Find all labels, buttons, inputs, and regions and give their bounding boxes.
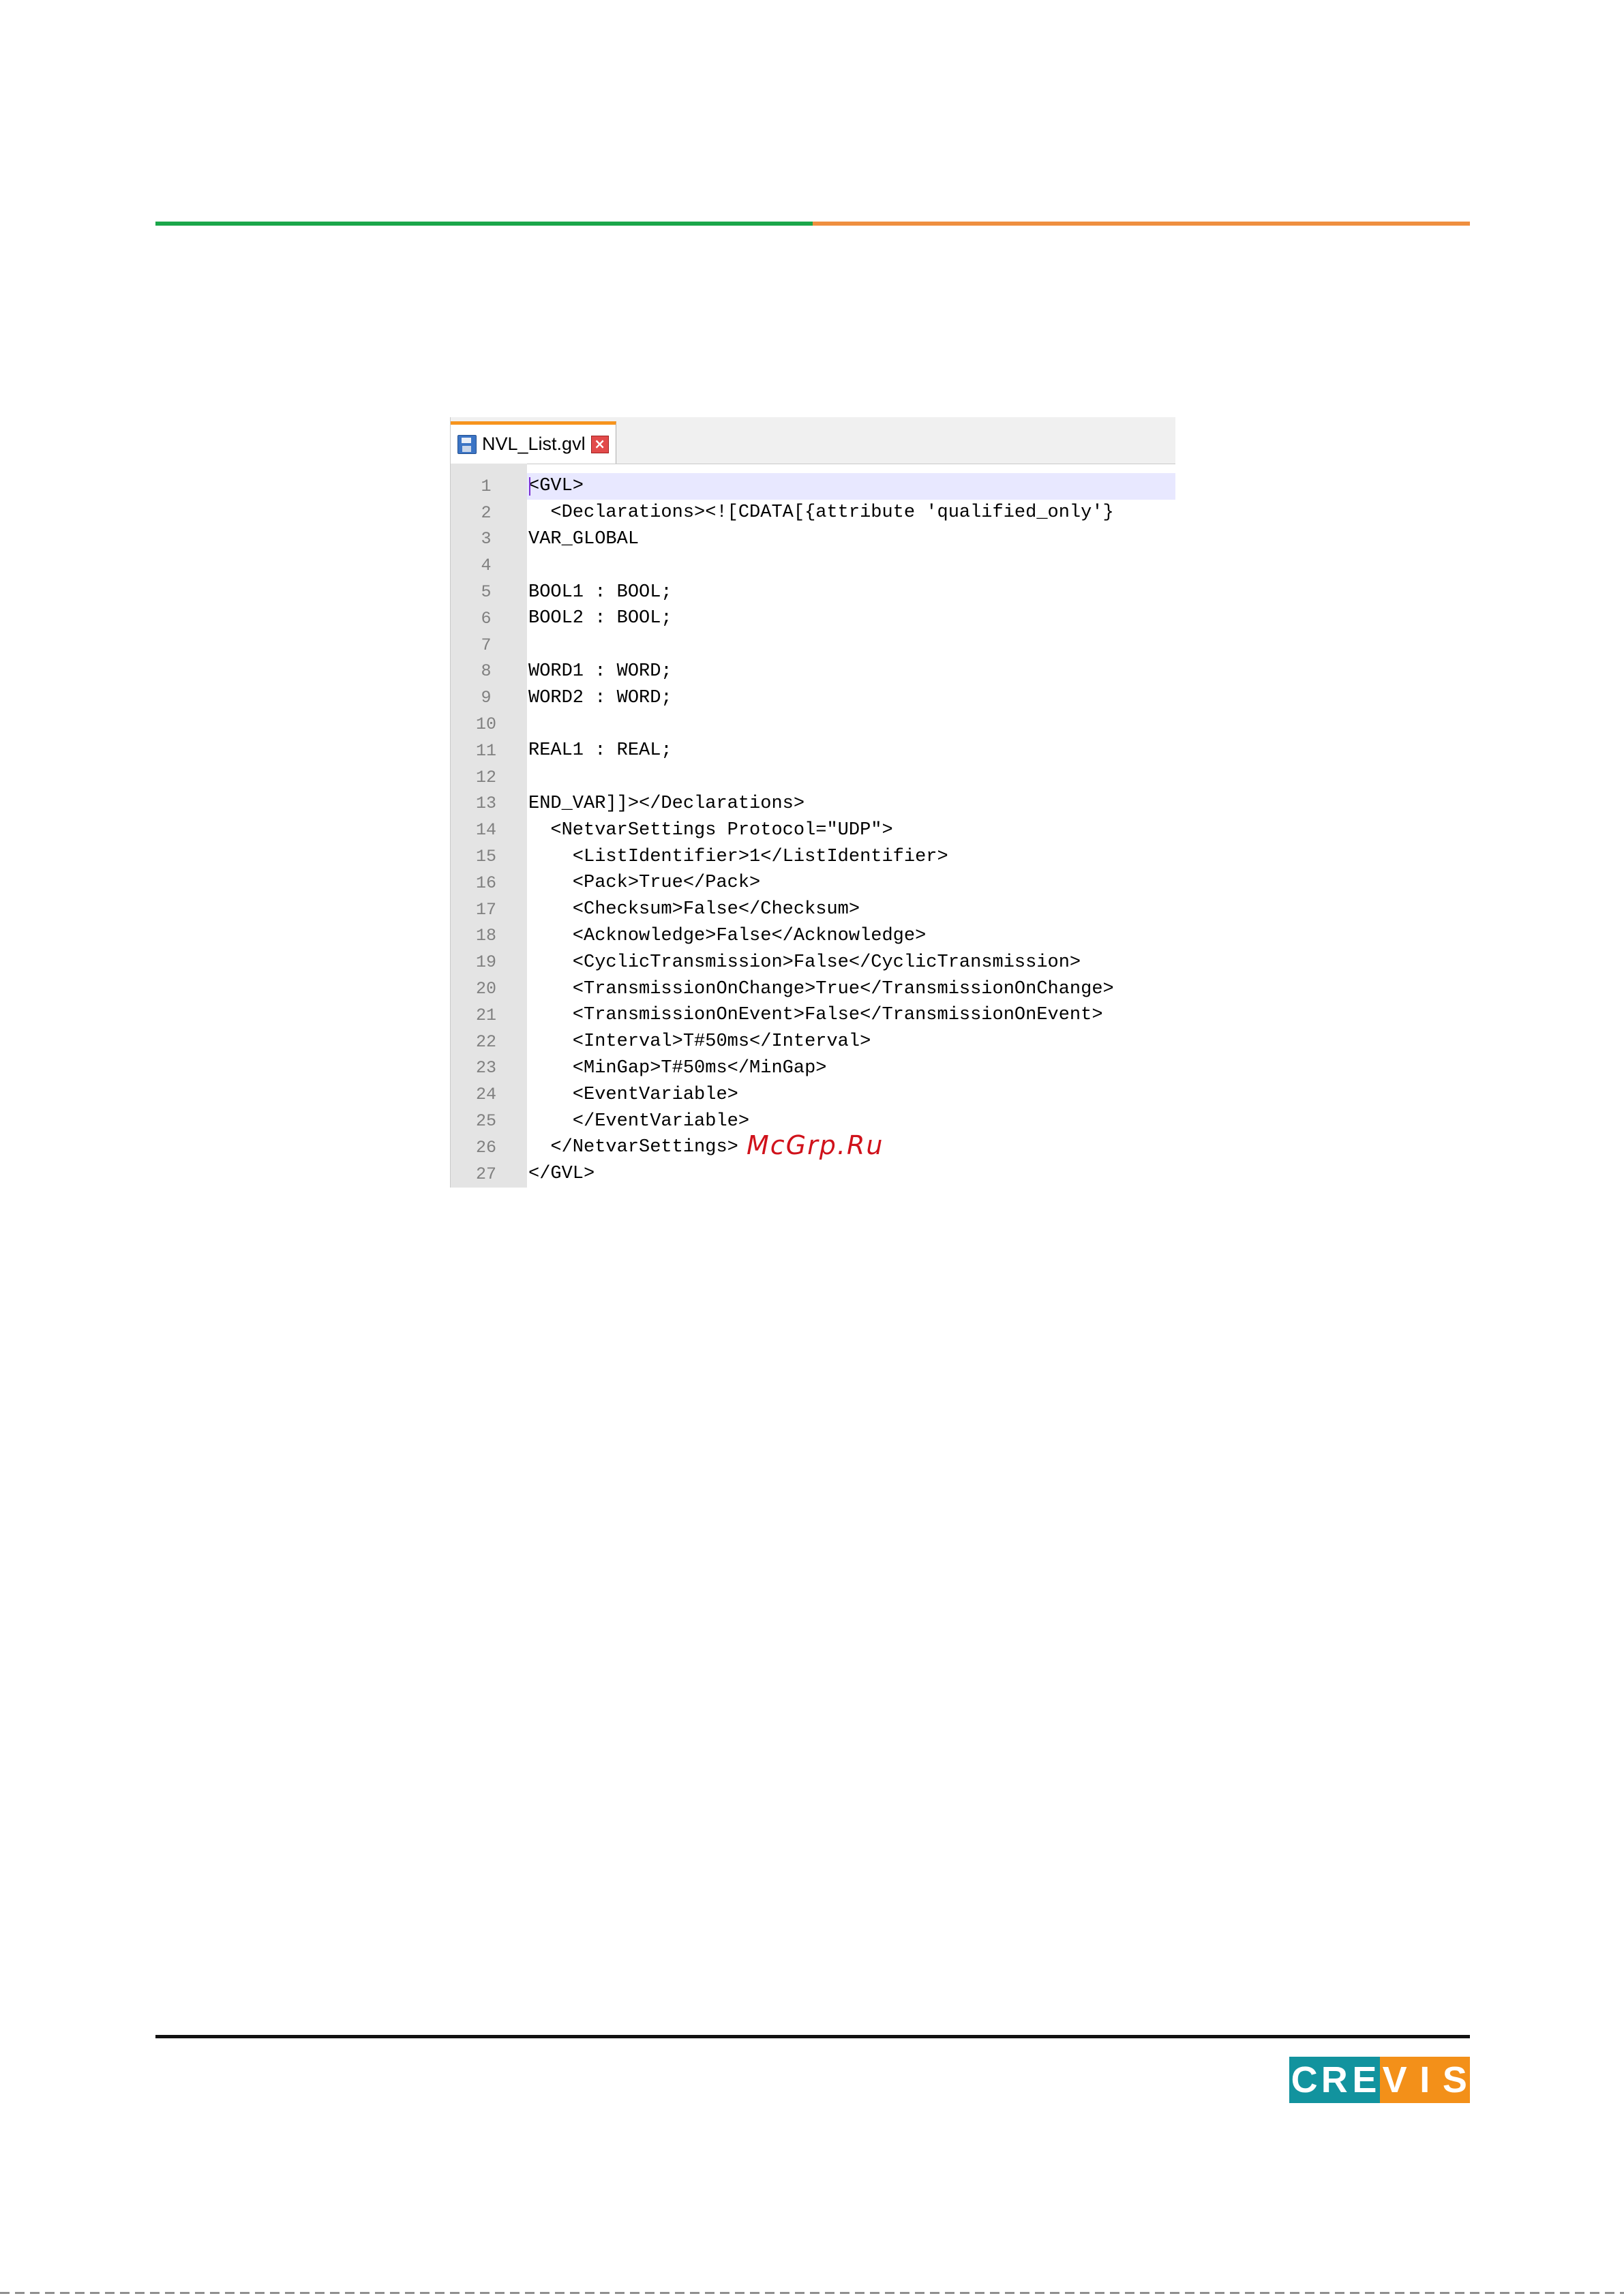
code-text: REAL1 : REAL; — [528, 740, 672, 761]
line-number: 2 — [451, 499, 527, 526]
code-line[interactable]: 3 VAR_GLOBAL — [451, 526, 1175, 553]
header-rule — [155, 222, 1470, 226]
code-text: <MinGap>T#50ms</MinGap> — [528, 1057, 827, 1078]
line-number: 1 — [451, 473, 527, 500]
line-number: 19 — [451, 949, 527, 976]
code-line[interactable]: 13 END_VAR]]></Declarations> — [451, 790, 1175, 817]
code-line[interactable]: 18 <Acknowledge>False</Acknowledge> — [451, 922, 1175, 950]
line-number: 25 — [451, 1108, 527, 1134]
code-text: <Checksum>False</Checksum> — [528, 899, 860, 920]
code-line[interactable]: 24 <EventVariable> — [451, 1081, 1175, 1108]
code-text: <NetvarSettings Protocol="UDP"> — [528, 819, 893, 841]
code-line[interactable]: 7 — [451, 631, 1175, 659]
close-icon[interactable]: × — [590, 435, 609, 453]
line-number: 5 — [451, 579, 527, 605]
code-text: BOOL2 : BOOL; — [528, 608, 672, 629]
logo-letter: I — [1409, 2057, 1440, 2103]
code-line[interactable]: 16 <Pack>True</Pack> — [451, 869, 1175, 896]
logo-letter: E — [1349, 2057, 1380, 2103]
crevis-logo: CREVIS — [1289, 2057, 1471, 2103]
code-line[interactable]: 9 WORD2 : WORD; — [451, 684, 1175, 712]
logo-letter: C — [1289, 2057, 1320, 2103]
code-line[interactable]: 20 <TransmissionOnChange>True</Transmiss… — [451, 976, 1175, 1002]
line-number: 9 — [451, 684, 527, 712]
code-line[interactable]: 6 BOOL2 : BOOL; — [451, 605, 1175, 632]
line-number: 17 — [451, 896, 527, 923]
line-number: 12 — [451, 764, 527, 791]
code-text: BOOL1 : BOOL; — [528, 581, 672, 603]
code-text: <TransmissionOnEvent>False</Transmission… — [528, 1005, 1103, 1026]
line-number: 15 — [451, 843, 527, 870]
file-tab[interactable]: NVL_List.gvl × — [451, 421, 616, 464]
line-number: 22 — [451, 1028, 527, 1055]
code-text: <Acknowledge>False</Acknowledge> — [528, 925, 927, 946]
code-text: END_VAR]]></Declarations> — [528, 793, 805, 814]
code-editor-screenshot: NVL_List.gvl × 1 <GVL> 2 <Declarations><![… — [450, 417, 1175, 1188]
code-line[interactable]: 22 <Interval>T#50ms</Interval> — [451, 1028, 1175, 1055]
code-line[interactable]: 4 — [451, 552, 1175, 579]
header-rule-orange — [813, 222, 1470, 226]
line-number: 27 — [451, 1160, 527, 1188]
code-line[interactable]: 21 <TransmissionOnEvent>False</Transmiss… — [451, 1001, 1175, 1029]
logo-letter: R — [1319, 2057, 1350, 2103]
line-number: 16 — [451, 869, 527, 896]
line-number: 14 — [451, 817, 527, 844]
code-line[interactable]: 23 <MinGap>T#50ms</MinGap> — [451, 1055, 1175, 1082]
code-text: <Interval>T#50ms</Interval> — [528, 1031, 871, 1053]
code-text: WORD1 : WORD; — [528, 661, 672, 682]
line-number: 7 — [451, 631, 527, 659]
tab-bar: NVL_List.gvl × — [451, 417, 1175, 464]
line-number: 20 — [451, 976, 527, 1002]
line-number: 23 — [451, 1055, 527, 1082]
line-number: 21 — [451, 1001, 527, 1029]
code-text: <Pack>True</Pack> — [528, 873, 761, 894]
line-number: 26 — [451, 1134, 527, 1161]
line-number: 24 — [451, 1081, 527, 1108]
line-number: 11 — [451, 737, 527, 764]
code-line[interactable]: 17 <Checksum>False</Checksum> — [451, 896, 1175, 923]
code-line[interactable]: 14 <NetvarSettings Protocol="UDP"> — [451, 817, 1175, 844]
code-text: </GVL> — [528, 1164, 595, 1185]
footer-rule — [155, 2035, 1470, 2038]
logo-letter: V — [1379, 2057, 1410, 2103]
logo-letter: S — [1439, 2057, 1471, 2103]
code-text: <Declarations><![CDATA[{attribute 'quali… — [528, 502, 1114, 524]
tab-label: NVL_List.gvl — [482, 434, 586, 454]
code-line[interactable]: 15 <ListIdentifier>1</ListIdentifier> — [451, 843, 1175, 870]
save-icon — [457, 434, 477, 454]
line-number: 8 — [451, 658, 527, 685]
watermark: McGrp.Ru — [747, 1130, 884, 1160]
code-line[interactable]: 1 <GVL> — [451, 473, 1175, 500]
code-text: </NetvarSettings> — [528, 1137, 738, 1158]
line-number: 4 — [451, 552, 527, 579]
line-number: 10 — [451, 711, 527, 738]
line-number: 13 — [451, 790, 527, 817]
code-text: <ListIdentifier>1</ListIdentifier> — [528, 846, 948, 867]
line-number: 18 — [451, 922, 527, 950]
code-area[interactable]: 1 <GVL> 2 <Declarations><![CDATA[{attribut… — [451, 464, 1175, 1188]
page-bottom-edge — [0, 2292, 1624, 2294]
code-text: <TransmissionOnChange>True</Transmission… — [528, 978, 1114, 999]
code-text: VAR_GLOBAL — [528, 528, 640, 549]
code-line[interactable]: 19 <CyclicTransmission>False</CyclicTran… — [451, 949, 1175, 976]
code-text: WORD2 : WORD; — [528, 687, 672, 708]
code-text: <GVL> — [528, 476, 584, 497]
code-line[interactable]: 5 BOOL1 : BOOL; — [451, 579, 1175, 605]
code-line[interactable]: 11 REAL1 : REAL; — [451, 737, 1175, 764]
header-rule-green — [155, 222, 813, 226]
line-number: 3 — [451, 526, 527, 553]
code-text: </EventVariable> — [528, 1111, 750, 1132]
code-text: <CyclicTransmission>False</CyclicTransmi… — [528, 952, 1081, 973]
line-number: 6 — [451, 605, 527, 632]
text-caret — [529, 477, 530, 496]
code-line[interactable]: 10 — [451, 711, 1175, 738]
code-lines: 1 <GVL> 2 <Declarations><![CDATA[{attribut… — [451, 473, 1175, 1188]
code-text: <EventVariable> — [528, 1084, 738, 1105]
code-line[interactable]: 8 WORD1 : WORD; — [451, 658, 1175, 685]
code-line[interactable]: 27 </GVL> — [451, 1160, 1175, 1188]
code-line[interactable]: 12 — [451, 764, 1175, 791]
code-line[interactable]: 2 <Declarations><![CDATA[{attribute 'qua… — [451, 499, 1175, 526]
